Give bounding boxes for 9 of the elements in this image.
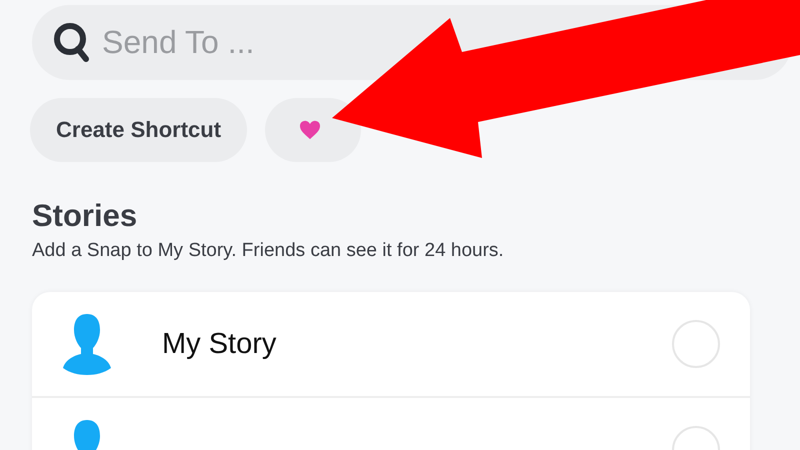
create-shortcut-chip[interactable]: Create Shortcut xyxy=(30,98,248,162)
heart-icon xyxy=(299,120,322,140)
search-input[interactable]: Send To ... xyxy=(102,24,292,61)
select-radio[interactable] xyxy=(672,320,720,368)
section-subtitle: Add a Snap to My Story. Friends can see it for 24 hours. xyxy=(32,240,505,262)
search-icon xyxy=(52,20,92,64)
section-title: Stories xyxy=(32,198,138,234)
person-silhouette-icon xyxy=(62,312,112,376)
story-name: My Story xyxy=(162,328,276,360)
